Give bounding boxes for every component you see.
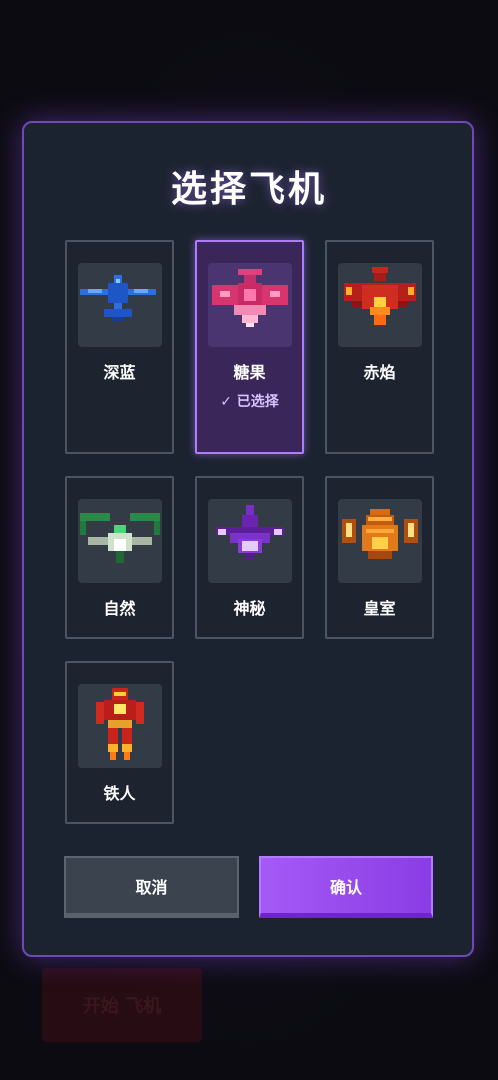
flame-jet-icon — [338, 263, 422, 347]
mystic-jet-icon — [208, 499, 292, 583]
plane-name: 皇室 — [363, 599, 396, 618]
plane-card-ironman[interactable]: 铁人 — [65, 661, 174, 824]
royal-jet-icon — [338, 499, 422, 583]
plane-name: 神秘 — [233, 599, 266, 618]
plane-card-royal[interactable]: 皇室 — [325, 476, 434, 639]
plane-card-deep-blue[interactable]: 深蓝 — [65, 240, 174, 454]
blue-jet-icon — [78, 263, 162, 347]
plane-name: 铁人 — [103, 784, 136, 803]
plane-name: 糖果 — [233, 363, 266, 382]
plane-name: 自然 — [103, 599, 136, 618]
plane-card-flame[interactable]: 赤焰 — [325, 240, 434, 454]
candy-jet-icon — [208, 263, 292, 347]
plane-name: 深蓝 — [103, 363, 136, 382]
nature-jet-icon — [78, 499, 162, 583]
plane-name: 赤焰 — [363, 363, 396, 382]
cancel-button[interactable]: 取消 — [64, 856, 239, 918]
plane-card-nature[interactable]: 自然 — [65, 476, 174, 639]
selected-indicator: ✓ 已选择 — [220, 394, 279, 410]
dialog-title: 选择飞机 — [170, 169, 327, 210]
ironman-icon — [78, 684, 162, 768]
plane-card-candy[interactable]: 糖果 ✓ 已选择 — [195, 240, 304, 454]
background-start-button: 开始 飞机 — [42, 968, 202, 1042]
plane-card-mystic[interactable]: 神秘 — [195, 476, 304, 639]
confirm-button[interactable]: 确认 — [259, 856, 433, 918]
